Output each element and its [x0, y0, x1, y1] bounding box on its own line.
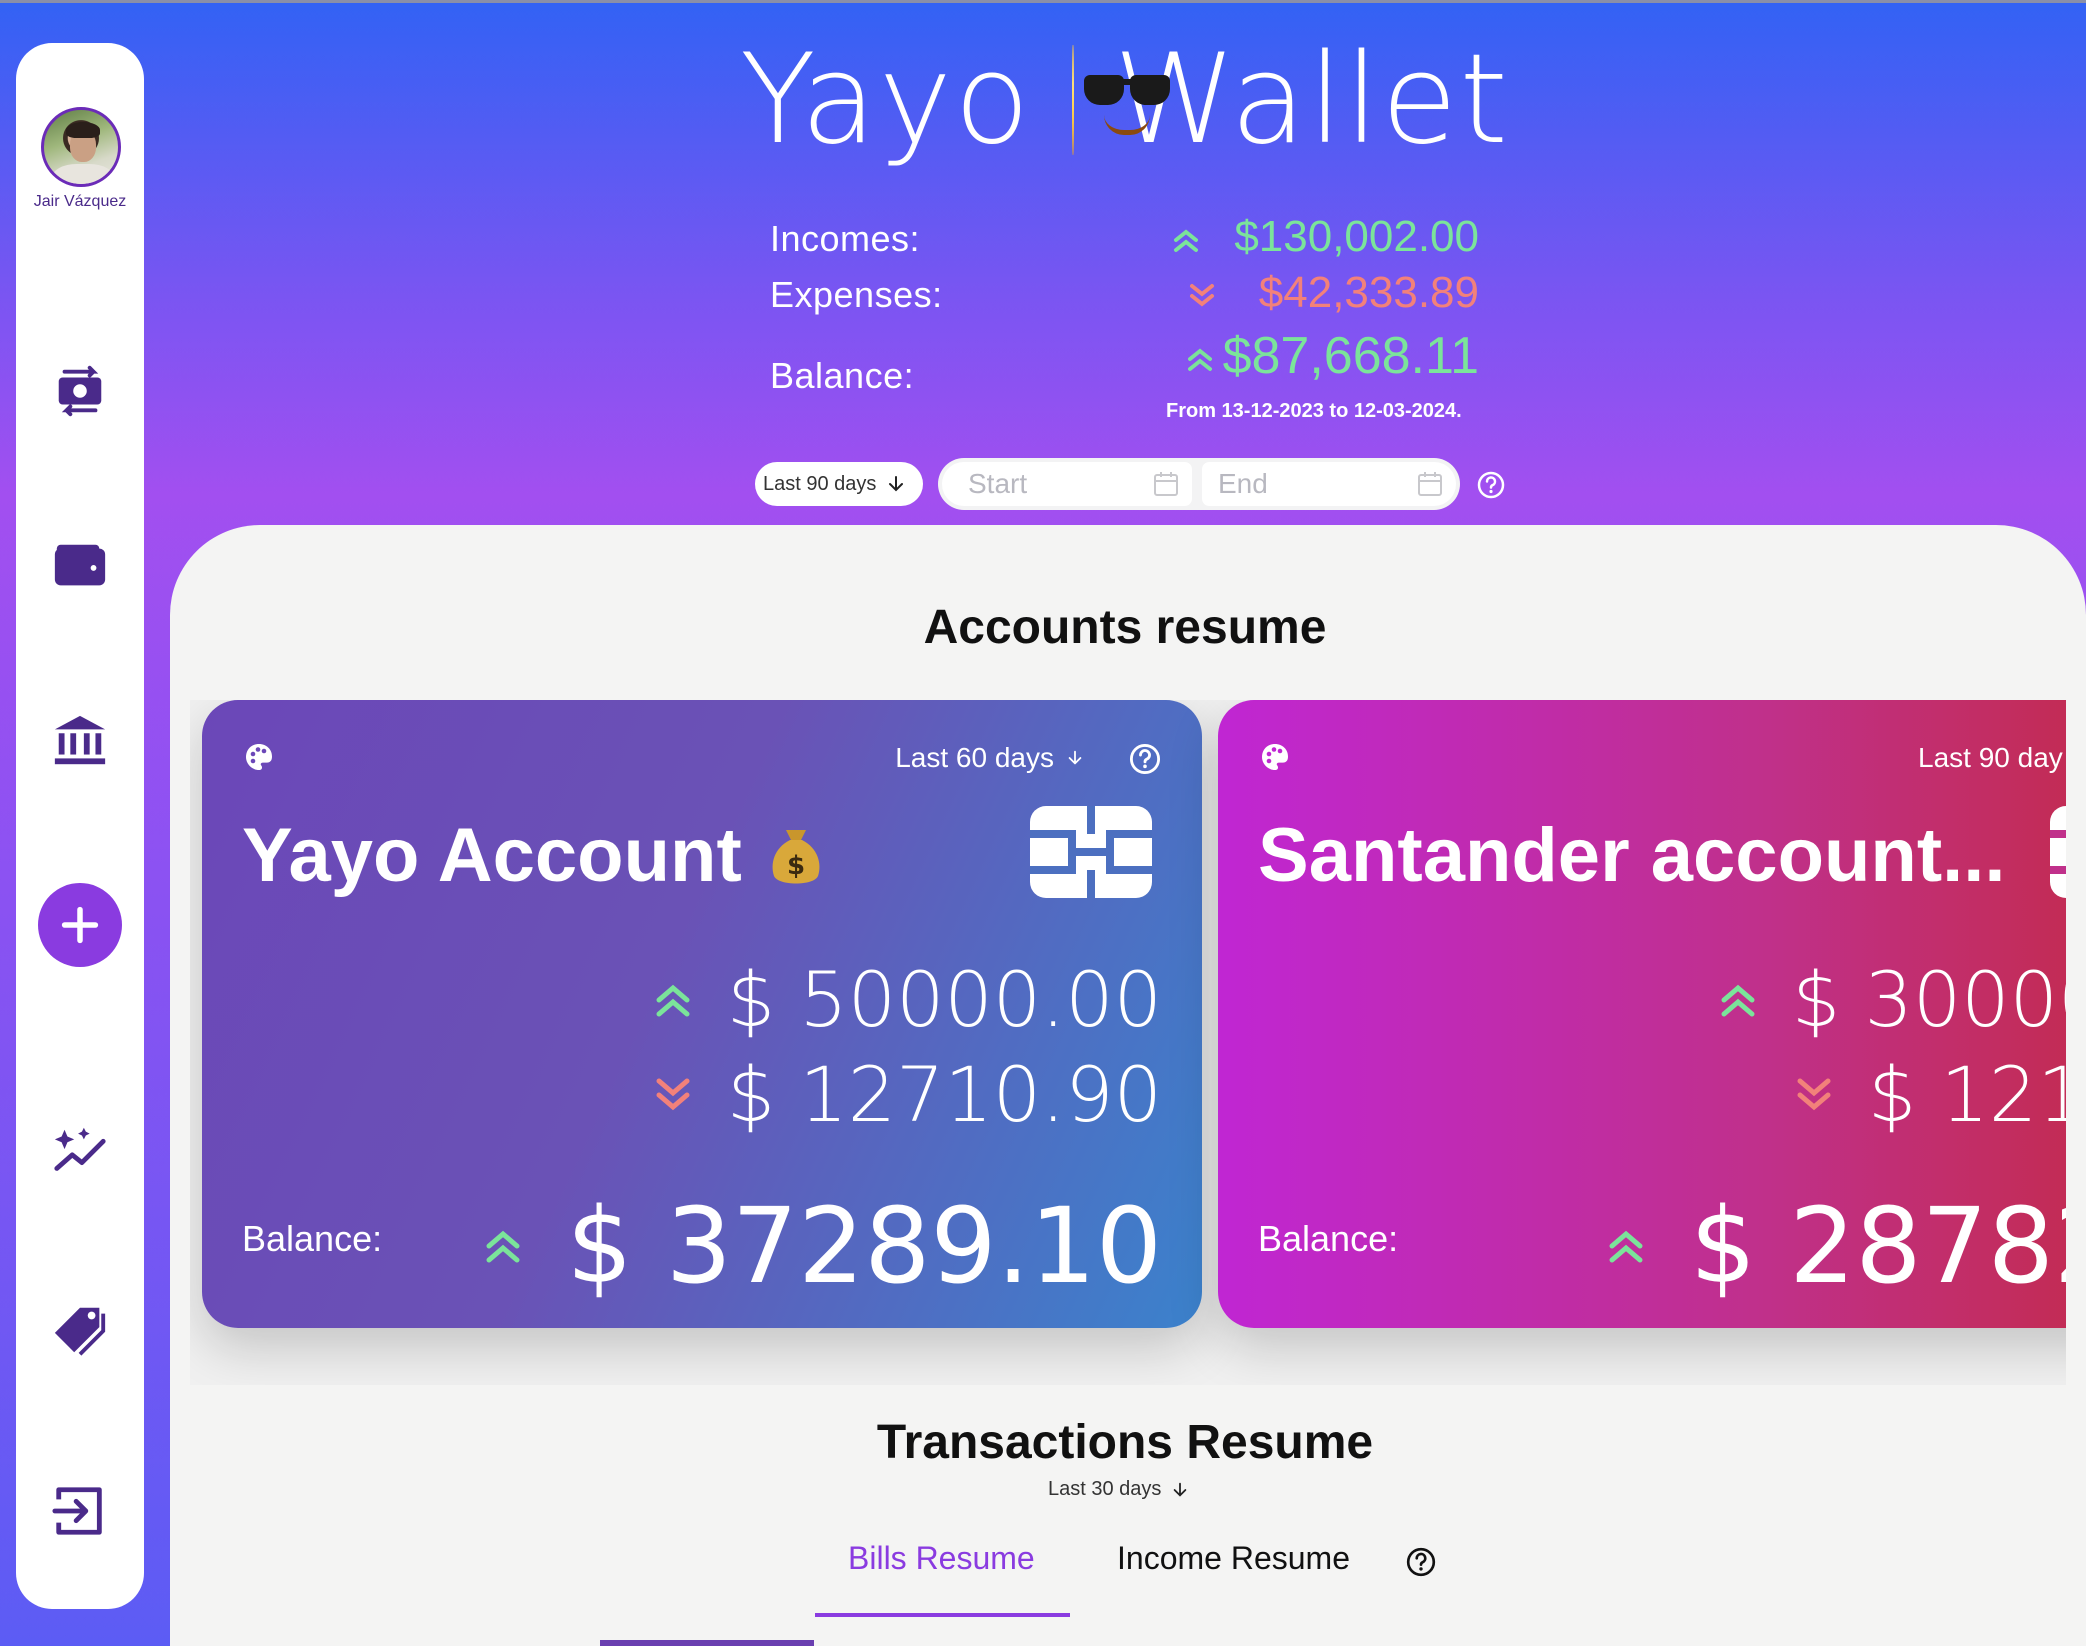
expense-value: $ 12710.90 — [726, 1050, 1162, 1139]
income-value: $ 50000.00 — [726, 955, 1162, 1044]
help-icon[interactable] — [1128, 742, 1162, 776]
double-chevron-up-icon — [1721, 984, 1755, 1016]
palette-icon[interactable] — [1260, 742, 1290, 772]
balance-row: $ 28782. — [1606, 1185, 2066, 1307]
income-row: $ 30000 — [1718, 955, 2066, 1044]
title-left: Yayo — [740, 28, 1032, 172]
transactions-heading: Transactions Resume — [876, 1416, 1374, 1469]
expense-row: $ 12710.90 — [653, 1050, 1162, 1139]
card-chip-icon — [2050, 806, 2066, 898]
sidebar: Jair Vázquez — [16, 43, 144, 1609]
accounts-heading: Accounts resume — [923, 601, 1327, 654]
account-card[interactable]: Last 60 days Yayo Account $ $ 50000.00 $… — [202, 700, 1202, 1328]
transactions-period-value: Last 30 days — [1048, 1478, 1162, 1500]
tab-bills-resume[interactable]: Bills Resume — [848, 1540, 1035, 1577]
date-range-picker: Start End — [938, 458, 1460, 510]
money-bag-icon: $ — [772, 829, 820, 883]
expense-value: $ 1217 — [1868, 1050, 2066, 1139]
balance-label: Balance: — [1258, 1218, 1399, 1259]
tags-icon[interactable] — [50, 1301, 110, 1361]
money-exchange-icon[interactable] — [50, 361, 110, 421]
sparkle-chart-icon[interactable] — [50, 1121, 110, 1181]
double-chevron-up-icon — [1188, 348, 1212, 371]
double-chevron-down-icon — [1797, 1078, 1831, 1110]
start-placeholder: Start — [968, 468, 1028, 499]
balance-value: $87,668.11 — [1222, 327, 1479, 385]
plus-icon — [61, 906, 99, 944]
app-title: Yayo Wallet — [740, 28, 1510, 172]
double-chevron-down-icon — [656, 1078, 690, 1110]
transactions-period-select[interactable]: Last 30 days — [1048, 1478, 1189, 1501]
username: Jair Vázquez — [33, 193, 127, 210]
account-card[interactable]: Last 90 day Santander account... $ 30000… — [1218, 700, 2066, 1328]
sunglasses-smiley-icon — [1071, 45, 1170, 155]
expense-row: $ 1217 — [1794, 1050, 2066, 1139]
end-placeholder: End — [1218, 468, 1268, 499]
card-period-select[interactable]: Last 60 days — [895, 742, 1084, 774]
balance-label: Balance: — [242, 1218, 383, 1259]
add-button[interactable] — [38, 883, 122, 967]
period-select-value: Last 90 days — [763, 472, 877, 495]
balance-label: Balance: — [770, 355, 915, 396]
bank-icon[interactable] — [50, 711, 110, 771]
logout-icon[interactable] — [50, 1481, 110, 1541]
help-icon[interactable] — [1405, 1546, 1437, 1578]
account-name: Santander account... — [1258, 812, 2006, 899]
expenses-label: Expenses: — [770, 274, 943, 315]
window-top-border — [0, 0, 2086, 3]
balance-value: $ 37289.10 — [566, 1185, 1162, 1307]
income-row: $ 50000.00 — [653, 955, 1162, 1044]
account-name-text: Yayo Account — [242, 813, 742, 898]
calendar-icon[interactable] — [1152, 470, 1180, 498]
arrow-down-icon — [889, 476, 904, 492]
arrow-down-icon — [1068, 750, 1082, 765]
expenses-value: $42,333.89 — [1258, 268, 1479, 317]
account-name: Yayo Account $ — [242, 812, 824, 899]
double-chevron-up-icon — [656, 984, 690, 1016]
double-chevron-up-icon — [1609, 1230, 1643, 1263]
help-icon[interactable] — [1476, 470, 1506, 500]
svg-text:$: $ — [787, 851, 805, 881]
income-value: $ 30000 — [1792, 955, 2066, 1044]
title-right: Wallet — [1113, 28, 1510, 172]
period-select[interactable]: Last 90 days — [755, 462, 923, 506]
avatar[interactable] — [41, 107, 121, 187]
account-name-text: Santander account... — [1258, 813, 2006, 898]
card-chip-icon — [1030, 806, 1152, 898]
accounts-carousel[interactable]: Last 60 days Yayo Account $ $ 50000.00 $… — [190, 700, 2066, 1385]
tab-income-resume[interactable]: Income Resume — [1117, 1540, 1350, 1577]
incomes-label: Incomes: — [770, 218, 921, 259]
double-chevron-up-icon — [486, 1230, 520, 1263]
chart-bar — [600, 1640, 814, 1646]
double-chevron-down-icon — [1190, 284, 1214, 307]
arrow-down-icon — [1174, 1482, 1187, 1497]
card-period-select[interactable]: Last 90 day — [1918, 742, 2063, 774]
calendar-icon[interactable] — [1416, 470, 1444, 498]
balance-value: $ 28782. — [1690, 1185, 2066, 1307]
wallet-icon[interactable] — [50, 536, 110, 596]
end-date-input[interactable]: End — [1202, 462, 1456, 506]
balance-row: $ 37289.10 — [483, 1185, 1162, 1307]
card-period-value: Last 90 day — [1918, 742, 2063, 773]
date-range-text: From 13-12-2023 to 12-03-2024. — [1166, 400, 1462, 422]
active-tab-indicator — [815, 1613, 1070, 1617]
incomes-value: $130,002.00 — [1234, 212, 1479, 261]
double-chevron-up-icon — [1174, 229, 1198, 252]
start-date-input[interactable]: Start — [942, 462, 1192, 506]
card-period-value: Last 60 days — [895, 742, 1054, 773]
palette-icon[interactable] — [244, 742, 274, 772]
